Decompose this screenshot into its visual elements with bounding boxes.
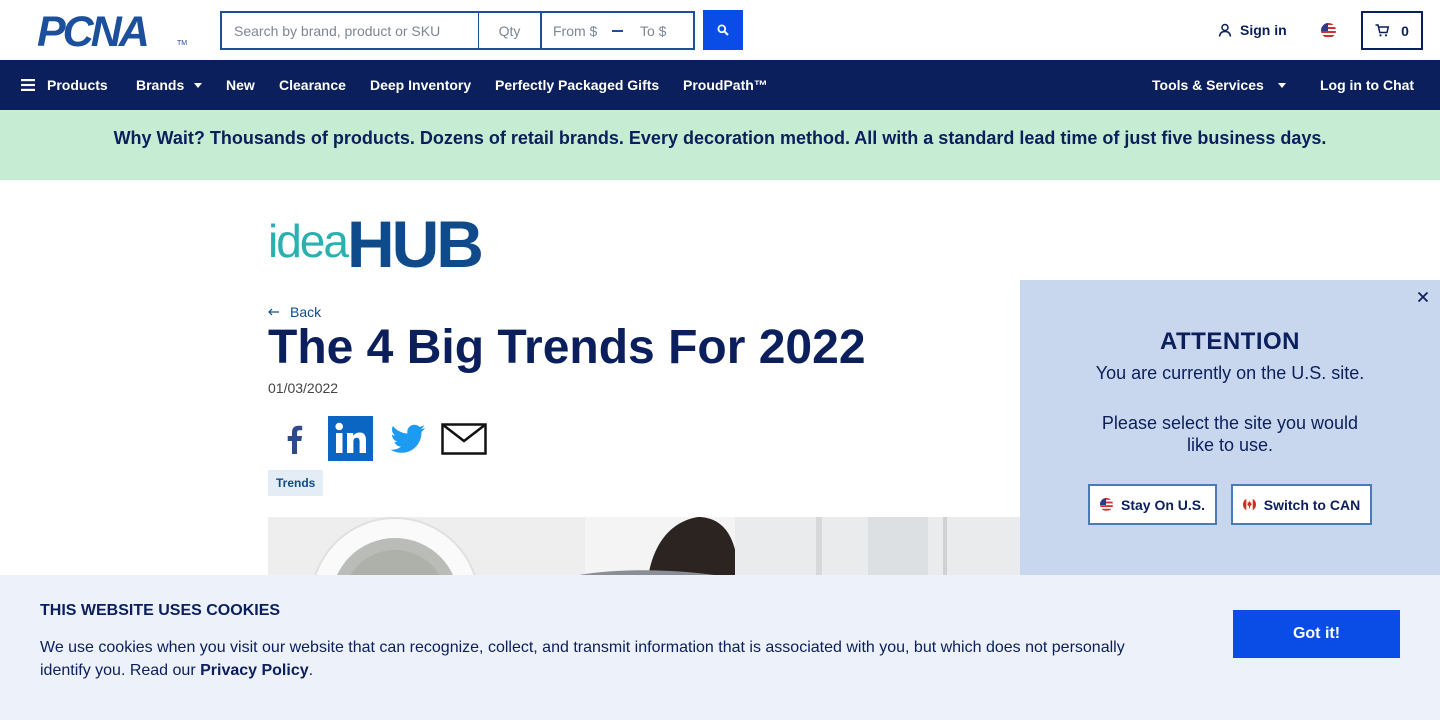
- cart-icon: [1375, 24, 1390, 37]
- sign-in-label: Sign in: [1240, 22, 1287, 38]
- promo-banner: Why Wait? Thousands of products. Dozens …: [0, 110, 1440, 180]
- cookie-banner-title: THIS WEBSITE USES COOKIES: [40, 602, 281, 619]
- email-share-button[interactable]: [441, 416, 487, 461]
- back-link[interactable]: Back: [268, 304, 321, 320]
- ideahub-logo-hub: HUB: [346, 207, 484, 281]
- back-label: Back: [290, 304, 322, 320]
- pcna-logo[interactable]: PCNA TM: [37, 11, 188, 54]
- nav-tools-label: Tools & Services: [1152, 77, 1264, 93]
- nav-deep-inventory-label: Deep Inventory: [370, 77, 472, 93]
- stay-us-button[interactable]: Stay On U.S.: [1088, 484, 1217, 525]
- facebook-share-button[interactable]: [271, 416, 316, 461]
- popup-title: ATTENTION: [1159, 328, 1301, 355]
- nav-tools-services[interactable]: Tools & Services: [1152, 60, 1286, 110]
- nav-gifts-label: Perfectly Packaged Gifts: [495, 77, 660, 93]
- qty-input[interactable]: [478, 11, 540, 50]
- canada-flag-icon: [1242, 498, 1256, 511]
- nav-gifts[interactable]: Perfectly Packaged Gifts: [495, 60, 659, 110]
- nav-new[interactable]: New: [226, 60, 255, 110]
- main-nav: Products Brands New Clearance Deep Inven…: [0, 60, 1440, 110]
- hamburger-icon: [21, 79, 35, 91]
- facebook-icon: [287, 425, 302, 454]
- chevron-down-icon: [194, 82, 203, 88]
- twitter-share-button[interactable]: [385, 416, 430, 461]
- user-icon: [1218, 23, 1232, 37]
- nav-proudpath[interactable]: ProudPath™: [683, 60, 768, 110]
- price-to-input[interactable]: [629, 13, 693, 48]
- close-popup-button[interactable]: [1415, 289, 1431, 305]
- privacy-policy-link[interactable]: Privacy Policy: [200, 662, 309, 679]
- us-flag-icon: [1099, 498, 1113, 511]
- nav-brands-label: Brands: [136, 77, 185, 93]
- arrow-left-icon: [268, 308, 279, 316]
- cookie-banner-message: We use cookies when you visit our websit…: [40, 636, 1150, 682]
- nav-brands[interactable]: Brands: [136, 60, 203, 110]
- sign-in-link[interactable]: Sign in: [1218, 22, 1287, 38]
- email-icon: [441, 422, 487, 455]
- linkedin-icon: [328, 416, 373, 461]
- nav-products-label: Products: [47, 77, 108, 93]
- logo-trademark: TM: [177, 40, 188, 47]
- switch-can-button[interactable]: Switch to CAN: [1231, 484, 1372, 525]
- ideahub-logo-idea: idea: [268, 215, 349, 267]
- cart-count: 0: [1401, 22, 1409, 39]
- nav-new-label: New: [226, 77, 255, 93]
- search-button[interactable]: [703, 10, 743, 50]
- search-input[interactable]: [220, 11, 478, 50]
- trends-tag[interactable]: Trends: [268, 470, 324, 496]
- price-range-dash: [612, 29, 623, 32]
- nav-deep-inventory[interactable]: Deep Inventory: [370, 60, 471, 110]
- linkedin-share-button[interactable]: [328, 416, 373, 461]
- nav-clearance-label: Clearance: [279, 77, 346, 93]
- accept-cookies-button[interactable]: Got it!: [1233, 610, 1400, 658]
- us-flag-icon[interactable]: [1321, 23, 1336, 38]
- search-bar: [220, 11, 695, 50]
- nav-proudpath-label: ProudPath™: [683, 77, 768, 93]
- logo-text: PCNA: [37, 8, 150, 56]
- article-hero-image: [268, 517, 1020, 577]
- switch-can-label: Switch to CAN: [1263, 496, 1361, 513]
- ideahub-logo[interactable]: idea HUB: [268, 207, 484, 281]
- price-from-input[interactable]: [542, 13, 606, 48]
- nav-chat-label: Log in to Chat: [1320, 77, 1415, 93]
- cart-button[interactable]: 0: [1361, 11, 1423, 50]
- price-range: [540, 11, 695, 50]
- popup-message-current-site: You are currently on the U.S. site.: [1095, 363, 1365, 383]
- nav-chat-login[interactable]: Log in to Chat: [1320, 60, 1414, 110]
- nav-clearance[interactable]: Clearance: [279, 60, 346, 110]
- nav-products[interactable]: Products: [21, 60, 108, 110]
- search-icon: [717, 24, 729, 36]
- article-date: 01/03/2022: [268, 380, 339, 396]
- article-title: The 4 Big Trends For 2022: [268, 321, 866, 374]
- top-header: PCNA TM Sign in: [0, 0, 1440, 60]
- promo-banner-text: Why Wait? Thousands of products. Dozens …: [113, 127, 1327, 148]
- twitter-icon: [390, 424, 425, 453]
- stay-us-label: Stay On U.S.: [1120, 496, 1206, 513]
- chevron-down-icon: [1277, 82, 1286, 88]
- hero-photo: [268, 517, 1020, 577]
- cookie-banner-period: .: [308, 662, 314, 679]
- close-icon: [1417, 291, 1429, 303]
- popup-message-select-site: Please select the site you would like to…: [1101, 413, 1359, 455]
